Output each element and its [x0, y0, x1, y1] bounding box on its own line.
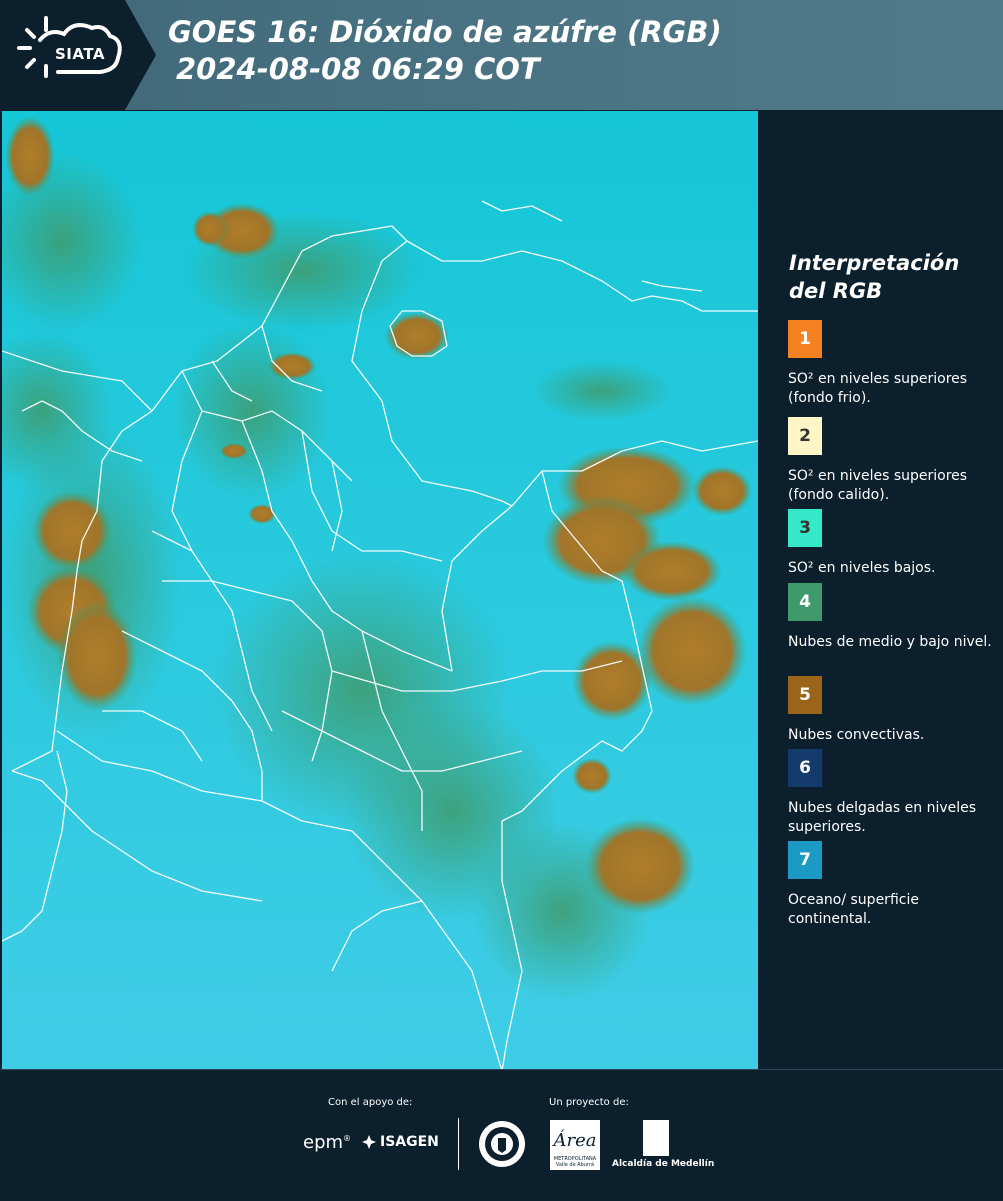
alcaldia-label: Alcaldía de Medellín	[612, 1159, 715, 1169]
legend-item-2: 2 SO² en niveles superiores (fondo calid…	[788, 417, 993, 505]
legend-item-7: 7 Oceano/ superficie continental.	[788, 841, 993, 929]
medellin-seal-icon	[479, 1121, 525, 1167]
isagen-logo: ISAGEN	[362, 1134, 439, 1150]
legend-panel: Interpretación del RGB 1 SO² en niveles …	[765, 111, 1003, 1069]
legend-swatch-1: 1	[788, 320, 822, 358]
siata-logo: SIATA	[0, 0, 156, 110]
legend-swatch-3: 3	[788, 509, 822, 547]
epm-logo: epm®	[303, 1132, 352, 1153]
support-label: Con el apoyo de:	[328, 1097, 413, 1108]
header: SIATA GOES 16: Dióxido de azúfre (RGB) 2…	[0, 0, 1003, 110]
legend-swatch-5: 5	[788, 676, 822, 714]
footer: Con el apoyo de: Un proyecto de: epm® IS…	[0, 1069, 1003, 1201]
title-datetime: 2024-08-08 06:29 COT	[176, 52, 540, 86]
page-title: GOES 16: Dióxido de azúfre (RGB) 2024-08…	[168, 14, 722, 88]
title-product: GOES 16: Dióxido de azúfre (RGB)	[168, 15, 722, 49]
legend-item-5: 5 Nubes convectivas.	[788, 676, 993, 745]
area-metropolitana-caption: METROPOLITANA Valle de Aburrá	[553, 1156, 597, 1168]
isagen-icon	[362, 1135, 376, 1149]
legend-label-4: Nubes de medio y bajo nivel.	[788, 634, 992, 650]
footer-divider	[458, 1118, 459, 1170]
isagen-label: ISAGEN	[380, 1134, 439, 1150]
legend-title: Interpretación del RGB	[789, 251, 960, 303]
legend-swatch-2: 2	[788, 417, 822, 455]
project-label: Un proyecto de:	[549, 1097, 629, 1108]
satellite-map[interactable]	[2, 111, 758, 1069]
legend-label-6: Nubes delgadas en niveles superiores.	[788, 800, 977, 835]
legend-label-1: SO² en niveles superiores (fondo frio).	[788, 371, 968, 406]
siata-logo-text: SIATA	[54, 45, 105, 63]
legend-item-4: 4 Nubes de medio y bajo nivel.	[788, 583, 993, 652]
legend-item-6: 6 Nubes delgadas en niveles superiores.	[788, 749, 993, 837]
legend-swatch-7: 7	[788, 841, 822, 879]
legend-swatch-6: 6	[788, 749, 822, 787]
legend-label-7: Oceano/ superficie continental.	[788, 892, 919, 927]
legend-label-5: Nubes convectivas.	[788, 727, 925, 743]
legend-item-1: 1 SO² en niveles superiores (fondo frio)…	[788, 320, 993, 408]
legend-item-3: 3 SO² en niveles bajos.	[788, 509, 993, 578]
legend-label-2: SO² en niveles superiores (fondo calido)…	[788, 468, 968, 503]
alcaldia-shield-icon	[643, 1120, 669, 1156]
legend-label-3: SO² en niveles bajos.	[788, 560, 936, 576]
legend-swatch-4: 4	[788, 583, 822, 621]
